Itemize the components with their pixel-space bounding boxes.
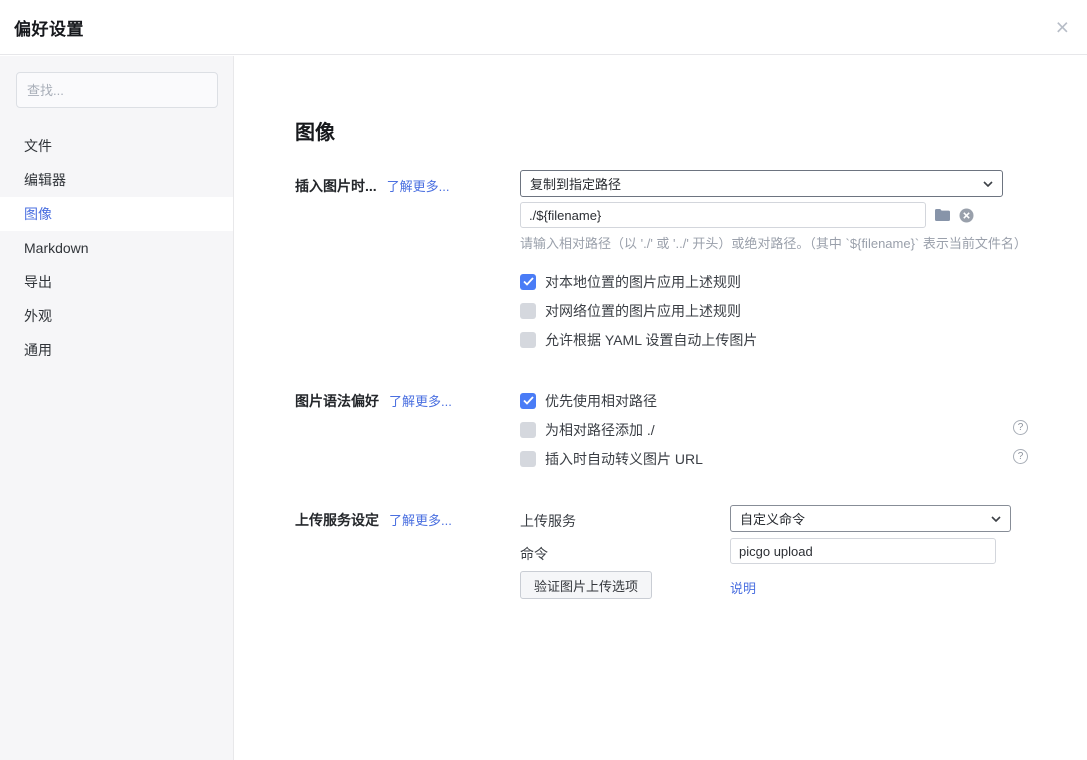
- sidebar-item-export[interactable]: 导出: [0, 265, 233, 299]
- syntax-checkboxes: 优先使用相对路径 为相对路径添加 ./ 插入时自动转义图片 URL: [520, 386, 703, 473]
- image-path-input[interactable]: [520, 202, 926, 228]
- chevron-down-icon: [991, 516, 1001, 522]
- section-title: 上传服务设定: [295, 510, 379, 530]
- checkbox-network-images[interactable]: 对网络位置的图片应用上述规则: [520, 296, 757, 325]
- learn-more-link[interactable]: 了解更多...: [389, 510, 452, 529]
- checkbox-prefer-relative-path[interactable]: 优先使用相对路径: [520, 386, 703, 415]
- dialog-header: 偏好设置 ×: [0, 0, 1087, 55]
- folder-icon[interactable]: [934, 208, 951, 222]
- checkbox-add-dot-slash[interactable]: 为相对路径添加 ./: [520, 415, 703, 444]
- checkbox-local-images[interactable]: 对本地位置的图片应用上述规则: [520, 267, 757, 296]
- sidebar-item-editor[interactable]: 编辑器: [0, 163, 233, 197]
- checkbox-icon[interactable]: [520, 274, 536, 290]
- sidebar-item-appearance[interactable]: 外观: [0, 299, 233, 333]
- learn-more-link[interactable]: 了解更多...: [387, 176, 450, 195]
- section-title: 图片语法偏好: [295, 391, 379, 411]
- sidebar-item-file[interactable]: 文件: [0, 129, 233, 163]
- upload-service-select[interactable]: 自定义命令: [730, 505, 1011, 532]
- insert-action-select[interactable]: 复制到指定路径: [520, 170, 1003, 197]
- panel-title: 图像: [295, 116, 335, 145]
- upload-service-label: 上传服务: [520, 511, 576, 531]
- sidebar-item-general[interactable]: 通用: [0, 333, 233, 367]
- image-path-row: [520, 202, 974, 228]
- section-title: 插入图片时...: [295, 176, 377, 196]
- dialog-title: 偏好设置: [14, 15, 84, 40]
- insert-checkboxes: 对本地位置的图片应用上述规则 对网络位置的图片应用上述规则 允许根据 YAML …: [520, 267, 757, 354]
- checkbox-icon[interactable]: [520, 303, 536, 319]
- validate-upload-button[interactable]: 验证图片上传选项: [520, 571, 652, 599]
- help-icon[interactable]: ?: [1013, 449, 1028, 464]
- sidebar-item-markdown[interactable]: Markdown: [0, 231, 233, 265]
- upload-help-link[interactable]: 说明: [730, 578, 756, 597]
- section-insert-image: 插入图片时... 了解更多...: [295, 176, 450, 196]
- help-icon[interactable]: ?: [1013, 420, 1028, 435]
- settings-panel: 图像 插入图片时... 了解更多... 复制到指定路径 请输入相对路径（以 '.…: [235, 56, 1087, 760]
- section-upload-service: 上传服务设定 了解更多...: [295, 510, 452, 530]
- sidebar-nav: 文件 编辑器 图像 Markdown 导出 外观 通用: [0, 129, 233, 367]
- checkbox-icon[interactable]: [520, 422, 536, 438]
- search-input[interactable]: [16, 72, 218, 108]
- command-input[interactable]: [730, 538, 996, 564]
- close-icon[interactable]: ×: [1056, 16, 1069, 39]
- checkbox-icon[interactable]: [520, 393, 536, 409]
- learn-more-link[interactable]: 了解更多...: [389, 391, 452, 410]
- path-hint: 请输入相对路径（以 './' 或 '../' 开头）或绝对路径。（其中 `${f…: [520, 233, 1027, 252]
- sidebar: 文件 编辑器 图像 Markdown 导出 外观 通用: [0, 56, 234, 760]
- checkbox-icon[interactable]: [520, 451, 536, 467]
- clear-icon[interactable]: [959, 208, 974, 223]
- chevron-down-icon: [983, 181, 993, 187]
- command-label: 命令: [520, 544, 548, 564]
- section-image-syntax: 图片语法偏好 了解更多...: [295, 391, 452, 411]
- checkbox-escape-image-url[interactable]: 插入时自动转义图片 URL: [520, 444, 703, 473]
- checkbox-yaml-upload[interactable]: 允许根据 YAML 设置自动上传图片: [520, 325, 757, 354]
- sidebar-item-image[interactable]: 图像: [0, 197, 233, 231]
- checkbox-icon[interactable]: [520, 332, 536, 348]
